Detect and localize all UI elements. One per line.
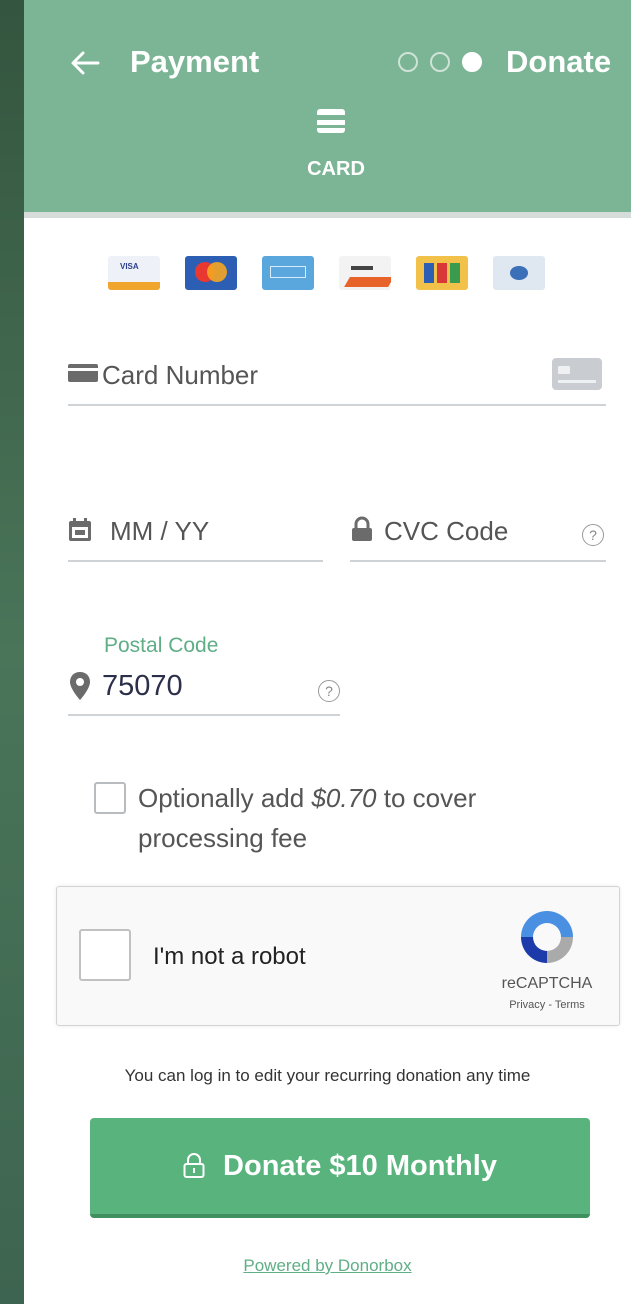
visa-logo-icon: VISA (108, 256, 160, 290)
form-header: Payment Donate CARD (24, 0, 631, 212)
recurring-donation-note: You can log in to edit your recurring do… (124, 1066, 531, 1085)
card-placeholder-icon (552, 358, 602, 390)
recaptcha-logo-icon (521, 911, 573, 963)
page-title: Payment (130, 44, 260, 79)
cvc-help-icon[interactable]: ? (582, 524, 604, 546)
step-indicator (398, 52, 482, 72)
lock-icon (183, 1153, 205, 1178)
back-arrow-icon[interactable] (68, 46, 102, 80)
recaptcha-links[interactable]: Privacy - Terms (487, 999, 607, 1011)
postal-code-field[interactable]: 75070 ? (68, 664, 340, 716)
postal-code-value: 75070 (102, 670, 183, 702)
step-dot-2 (430, 52, 450, 72)
calendar-icon (69, 518, 91, 541)
expiry-label: MM / YY (110, 516, 210, 546)
step-dot-1 (398, 52, 418, 72)
card-brand-logos: VISA (108, 256, 545, 290)
step-label: Donate (506, 44, 612, 79)
tab-card[interactable]: CARD (304, 158, 368, 181)
donate-button[interactable]: Donate $10 Monthly (90, 1118, 590, 1218)
processing-fee-text: Optionally add $0.70 to cover processing… (138, 783, 477, 853)
expiry-field[interactable]: MM / YY (68, 506, 323, 562)
card-number-field[interactable]: Card Number (68, 350, 606, 406)
donation-form-panel: Payment Donate CARD VISA Card Number MM … (24, 0, 631, 1304)
amex-logo-icon (262, 256, 314, 290)
step-dot-3-active (462, 52, 482, 72)
recaptcha-checkbox[interactable] (79, 929, 131, 981)
header-divider (24, 212, 631, 218)
location-pin-icon (70, 672, 90, 700)
postal-code-label: Postal Code (104, 634, 219, 657)
card-number-icon (68, 364, 98, 382)
credit-card-icon (317, 109, 345, 133)
mastercard-logo-icon (185, 256, 237, 290)
recaptcha-label: I'm not a robot (153, 943, 306, 970)
processing-fee-checkbox[interactable] (94, 782, 126, 814)
cvc-label: CVC Code (384, 516, 509, 546)
recaptcha-brand: reCAPTCHA (501, 975, 593, 992)
cvc-field[interactable]: CVC Code ? (350, 506, 606, 562)
donate-button-label: Donate $10 Monthly (223, 1149, 497, 1182)
fee-amount: $0.70 (311, 783, 377, 813)
powered-by-link[interactable]: Powered by Donorbox (24, 1256, 631, 1276)
postal-help-icon[interactable]: ? (318, 680, 340, 702)
diners-logo-icon (493, 256, 545, 290)
discover-logo-icon (339, 256, 391, 290)
lock-icon (352, 516, 372, 541)
background-strip (0, 0, 24, 1304)
recaptcha-widget: I'm not a robot reCAPTCHA Privacy - Term… (56, 886, 620, 1026)
card-number-label: Card Number (102, 360, 259, 390)
jcb-logo-icon (416, 256, 468, 290)
